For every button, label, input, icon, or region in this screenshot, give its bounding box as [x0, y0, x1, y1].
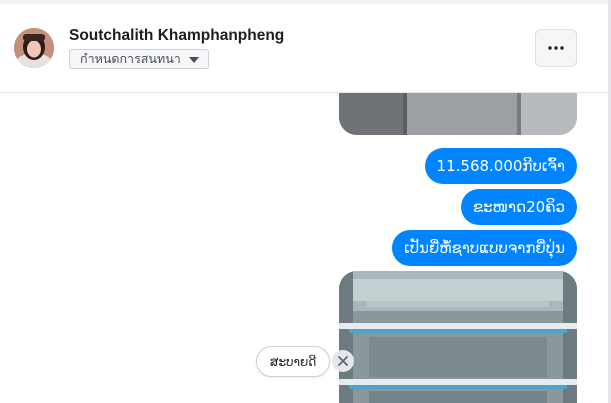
caret-down-icon [188, 56, 199, 63]
more-options-button[interactable] [535, 29, 577, 67]
conversation-settings-button[interactable]: กำหนดการสนทนา [69, 49, 209, 69]
quick-reply-chip[interactable]: ສະບາຍດີ [256, 346, 331, 377]
avatar[interactable] [14, 28, 54, 68]
photo-image [339, 93, 577, 135]
conversation-settings-label: กำหนดการสนทนา [80, 51, 181, 66]
outgoing-message-bubble[interactable]: ເປັນຍີ່ຫໍ້ຊາບແບບຈາກຍີ່ປຸ່ນ [392, 230, 577, 266]
more-horizontal-icon [548, 46, 564, 50]
contact-name[interactable]: Soutchalith Khamphanpheng [69, 27, 284, 45]
avatar-image [14, 28, 54, 68]
chat-window: Soutchalith Khamphanpheng กำหนดการสนทนา … [0, 0, 611, 403]
photo-attachment-refrigerator-door[interactable] [339, 93, 577, 135]
chat-header: Soutchalith Khamphanpheng กำหนดการสนทนา [0, 4, 608, 93]
photo-attachment-refrigerator-interior[interactable] [339, 271, 577, 403]
close-icon [338, 356, 348, 366]
outgoing-message-bubble[interactable]: 11.568.000ກີບເຈົ້າ [424, 148, 577, 184]
dismiss-quick-reply-button[interactable] [332, 350, 354, 372]
outgoing-message-bubble[interactable]: ຂະໜາດ20ຄິວ [460, 189, 577, 225]
photo-image [339, 271, 577, 403]
